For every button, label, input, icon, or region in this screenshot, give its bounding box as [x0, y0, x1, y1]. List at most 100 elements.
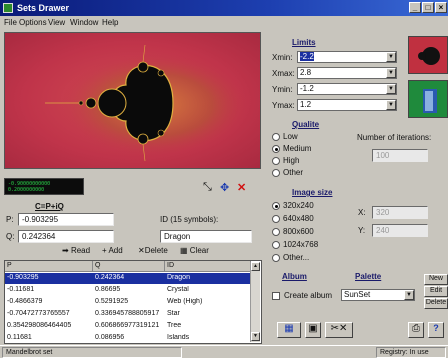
table-row[interactable]: -0.70472773765557 0.336945788805917 Star — [5, 309, 251, 320]
size-y-input[interactable]: 240 — [372, 224, 428, 237]
table-cell: 0.354298086464405 — [7, 322, 72, 329]
ymax-combo[interactable]: 1.2 ▼ — [297, 99, 397, 111]
xmax-label: Xmax: — [272, 69, 295, 78]
clear-button[interactable]: ▦ Clear — [180, 246, 209, 255]
fractal-thumbnail-icon — [418, 47, 440, 65]
table-row[interactable]: 0.354298086464405 0.606866977319121 Tree — [5, 321, 251, 332]
menu-bar: File Options View Window Help — [0, 16, 448, 30]
size-1024-radio[interactable] — [272, 241, 280, 249]
palette-edit-button[interactable]: Edit — [424, 286, 448, 297]
title-bar[interactable]: Sets Drawer _ □ × — [0, 0, 448, 16]
fractal-canvas[interactable] — [4, 32, 261, 169]
menu-options[interactable]: Options — [19, 18, 47, 27]
p-input[interactable]: -0.903295 — [18, 213, 114, 226]
size-other-radio[interactable] — [272, 254, 280, 262]
add-icon: + — [102, 246, 107, 255]
save-button[interactable]: ▣ — [305, 322, 321, 338]
x-label: X: — [358, 208, 366, 217]
fractal-thumbnail[interactable] — [408, 36, 448, 74]
q-input[interactable]: 0.242364 — [18, 230, 114, 243]
table-cell: Dragon — [167, 274, 190, 281]
quality-high-label: High — [283, 156, 300, 165]
album-view-button[interactable]: ▦ — [277, 322, 301, 338]
table-cell: -0.11681 — [7, 286, 35, 293]
id-label: ID (15 symbols): — [160, 215, 219, 224]
scroll-down-arrow-icon[interactable]: ▼ — [251, 332, 260, 341]
help-button[interactable]: ? — [428, 322, 444, 338]
print-button[interactable]: ⎙ — [408, 322, 424, 338]
table-row[interactable]: -0.903295 0.242364 Dragon — [5, 273, 251, 284]
table-row[interactable]: 0.11681 0.086956 Islands — [5, 333, 251, 343]
table-row[interactable]: -0.4866379 0.5291925 Web (High) — [5, 297, 251, 308]
exit-thumbnail[interactable] — [408, 80, 448, 118]
ymax-label: Ymax: — [272, 101, 295, 110]
size-800-radio[interactable] — [272, 228, 280, 236]
xmax-combo[interactable]: 2.8 ▼ — [297, 67, 397, 79]
add-label: Add — [108, 246, 123, 255]
menu-window[interactable]: Window — [70, 18, 98, 27]
read-button[interactable]: ➡ Read — [62, 246, 90, 255]
printer-icon: ⎙ — [412, 323, 420, 334]
table-cell: Star — [167, 310, 180, 317]
column-header-q[interactable]: Q — [93, 261, 165, 272]
ymin-combo[interactable]: -1.2 ▼ — [297, 83, 397, 95]
iterations-input[interactable]: 100 — [372, 149, 428, 162]
help-icon: ? — [433, 323, 439, 333]
door-icon — [423, 89, 437, 113]
delete-button[interactable]: ✕Delete — [138, 246, 168, 255]
table-cell: 0.336945788805917 — [95, 310, 160, 317]
palette-delete-button[interactable]: Delete — [424, 298, 448, 309]
palette-combo[interactable]: SunSet ▼ — [341, 289, 415, 301]
size-320-radio[interactable] — [272, 202, 280, 210]
grid-icon: ▦ — [284, 323, 294, 334]
q-label: Q: — [6, 232, 15, 241]
quality-low-label: Low — [283, 132, 298, 141]
create-album-checkbox[interactable] — [272, 292, 280, 300]
add-button[interactable]: + Add — [102, 246, 123, 255]
column-header-p[interactable]: P — [5, 261, 93, 272]
menu-help[interactable]: Help — [102, 18, 118, 27]
close-button[interactable]: × — [435, 2, 447, 13]
menu-file[interactable]: File — [4, 18, 17, 27]
chevron-down-icon[interactable]: ▼ — [386, 68, 396, 78]
table-row[interactable]: -0.11681 0.86695 Crystal — [5, 285, 251, 296]
cut-button[interactable]: ✂✕ — [325, 322, 353, 338]
table-cell: 0.606866977319121 — [95, 322, 160, 329]
size-640-label: 640x480 — [283, 214, 314, 223]
chevron-down-icon[interactable]: ▼ — [386, 100, 396, 110]
xmin-combo[interactable]: -2.2 ▼ — [297, 51, 397, 63]
table-scrollbar[interactable]: ▲ ▼ — [250, 262, 260, 342]
status-left: Mandelbrot set — [2, 347, 182, 358]
quality-medium-label: Medium — [283, 144, 312, 153]
maximize-button[interactable]: □ — [422, 2, 434, 13]
chevron-down-icon[interactable]: ▼ — [386, 52, 396, 62]
palette-value: SunSet — [344, 290, 371, 299]
size-320-label: 320x240 — [283, 201, 314, 210]
table-cell: 0.086956 — [95, 334, 125, 341]
app-icon — [3, 3, 13, 13]
cancel-tool-icon[interactable]: ✕ — [237, 181, 246, 194]
scroll-up-arrow-icon[interactable]: ▲ — [251, 262, 260, 271]
minimize-button[interactable]: _ — [409, 2, 421, 13]
id-input[interactable]: Dragon — [160, 230, 252, 243]
zoom-tool-icon[interactable]: ⤡ — [203, 181, 212, 194]
chevron-down-icon[interactable]: ▼ — [404, 290, 414, 300]
palette-title: Palette — [355, 272, 382, 281]
limits-title: Limits — [292, 38, 316, 47]
status-bar: Mandelbrot set Registry: In use — [0, 345, 448, 358]
clear-icon: ▦ — [180, 246, 188, 255]
menu-view[interactable]: View — [48, 18, 65, 27]
presets-table[interactable]: P Q ID -0.903295 0.242364 Dragon -0.11681 0.… — [4, 260, 262, 344]
move-tool-icon[interactable]: ✥ — [220, 181, 229, 194]
quality-other-radio[interactable] — [272, 169, 280, 177]
quality-low-radio[interactable] — [272, 133, 280, 141]
palette-new-button[interactable]: New — [424, 274, 448, 285]
size-640-radio[interactable] — [272, 215, 280, 223]
table-cell: 0.86695 — [95, 286, 121, 293]
column-header-id[interactable]: ID — [165, 261, 251, 272]
quality-medium-radio[interactable] — [272, 145, 280, 153]
size-x-input[interactable]: 320 — [372, 206, 428, 219]
table-cell: Web (High) — [167, 298, 203, 305]
quality-high-radio[interactable] — [272, 157, 280, 165]
chevron-down-icon[interactable]: ▼ — [386, 84, 396, 94]
